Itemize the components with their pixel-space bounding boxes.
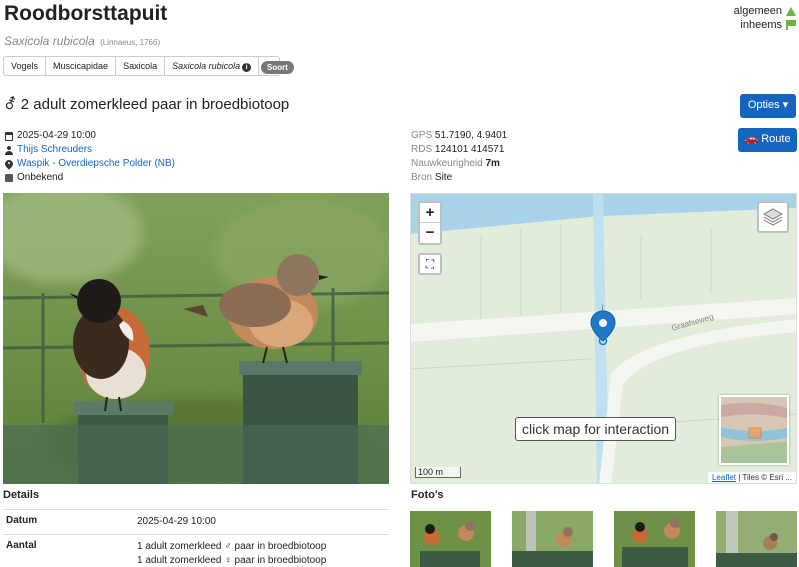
info-icon[interactable]: i — [242, 63, 252, 72]
attribution-text: | Tiles © Esri ... — [738, 473, 792, 482]
thumbnail-image — [614, 511, 695, 567]
details-value: 2025-04-29 10:00 — [137, 516, 216, 527]
options-button[interactable]: Opties ▾ — [740, 94, 796, 118]
layers-button[interactable] — [757, 201, 789, 233]
gps-row: GPS 51.7190, 4.9401 — [411, 129, 507, 143]
photo-thumbnail[interactable] — [716, 511, 797, 567]
thumbnail-image — [716, 511, 797, 567]
meta-observer: Thijs Schreuders — [5, 143, 175, 157]
photos-heading: Foto's — [411, 489, 444, 501]
details-heading: Details — [3, 489, 40, 501]
meta-datetime: 2025-04-29 10:00 — [5, 129, 175, 143]
main-photo[interactable] — [3, 193, 389, 484]
observer-link[interactable]: Thijs Schreuders — [17, 143, 92, 157]
rank-badge: Soort — [261, 61, 294, 74]
route-button-label: Route — [761, 133, 791, 145]
taxonomy-breadcrumb: Vogels Muscicapidae Saxicola Saxicola ru… — [3, 56, 281, 76]
overview-minimap[interactable] — [719, 395, 789, 465]
route-button[interactable]: 🚗 Route — [738, 128, 797, 152]
user-icon — [5, 145, 13, 155]
thumbnail-image — [410, 511, 491, 567]
author-citation: (Linnaeus, 1766) — [100, 38, 161, 47]
details-value: 1 adult zomerkleed ♂ paar in broedbiotoo… — [137, 540, 386, 567]
breadcrumb-item-saxicola[interactable]: Saxicola — [116, 57, 166, 75]
count-line-female: 1 adult zomerkleed ♀ paar in broedbiotoo… — [137, 555, 327, 566]
meta-validation: Onbekend — [5, 171, 175, 185]
source-label: Bron — [411, 172, 433, 183]
accuracy-label: Nauwkeurigheid — [411, 158, 483, 169]
location-map[interactable]: Graafseweg + − ⛶ click map for interacti… — [410, 193, 797, 484]
map-scale: 100 m — [415, 467, 461, 478]
rds-row: RDS 124101 414571 — [411, 143, 507, 157]
calendar-icon — [5, 131, 13, 141]
status-common: algemeen — [734, 4, 796, 18]
status-common-label: algemeen — [733, 5, 782, 17]
details-row-count: Aantal 1 adult zomerkleed ♂ paar in broe… — [3, 534, 389, 567]
breadcrumb-item-current[interactable]: Saxicola rubicola i — [165, 57, 260, 75]
details-key: Datum — [6, 515, 38, 526]
leaflet-link[interactable]: Leaflet — [712, 473, 736, 482]
click-map-message[interactable]: click map for interaction — [515, 417, 677, 441]
stonechat-pair-photo — [3, 193, 389, 484]
flag-icon — [786, 20, 796, 30]
meta-location: Waspik - Overdiepsche Polder (NB) — [5, 157, 175, 171]
layers-icon — [763, 208, 783, 226]
details-row-date: Datum 2025-04-29 10:00 — [3, 509, 389, 534]
minimap-tiles — [721, 397, 787, 463]
details-table: Datum 2025-04-29 10:00 Aantal 1 adult zo… — [3, 509, 389, 567]
gps-value: 51.7190, 4.9401 — [434, 130, 508, 141]
sex-pair-icon: ⚦ — [4, 96, 17, 113]
car-icon: 🚗 — [744, 133, 759, 145]
scientific-name-text: Saxicola rubicola — [4, 34, 95, 48]
map-attribution: Leaflet | Tiles © Esri ... — [707, 472, 796, 483]
breadcrumb-item-vogels[interactable]: Vogels — [4, 57, 47, 75]
thumbnail-image — [512, 511, 593, 567]
fullscreen-button[interactable]: ⛶ — [418, 253, 442, 275]
triangle-icon — [786, 6, 796, 16]
photo-thumbnail[interactable] — [410, 511, 491, 567]
rds-value: 124101 414571 — [434, 144, 505, 155]
status-native-label: inheems — [740, 19, 782, 31]
photo-thumbnail[interactable] — [614, 511, 695, 567]
breadcrumb-current-label: Saxicola rubicola — [172, 61, 241, 71]
observation-meta: 2025-04-29 10:00 Thijs Schreuders Waspik… — [5, 129, 175, 185]
breadcrumb-item-muscicapidae[interactable]: Muscicapidae — [46, 57, 117, 75]
scientific-name: Saxicola rubicola (Linnaeus, 1766) — [4, 34, 160, 48]
count-line-male: 1 adult zomerkleed ♂ paar in broedbiotoo… — [137, 541, 327, 552]
zoom-in-button[interactable]: + — [420, 203, 440, 223]
details-key: Aantal — [6, 540, 37, 551]
observation-title: ⚦ 2 adult zomerkleed paar in broedbiotoo… — [4, 95, 289, 113]
accuracy-row: Nauwkeurigheid 7m — [411, 157, 507, 171]
photo-thumbnail[interactable] — [512, 511, 593, 567]
observation-title-text: 2 adult zomerkleed paar in broedbiotoop — [20, 96, 290, 113]
zoom-control: + − — [418, 201, 442, 245]
coordinates-block: GPS 51.7190, 4.9401 RDS 124101 414571 Na… — [411, 129, 507, 185]
rds-label: RDS — [411, 144, 433, 155]
species-name: Roodborsttapuit — [4, 2, 168, 25]
source-value: Site — [434, 172, 453, 183]
photo-thumbnails — [410, 511, 797, 567]
zoom-out-button[interactable]: − — [420, 223, 440, 243]
validation-status-icon — [5, 174, 13, 182]
location-link[interactable]: Waspik - Overdiepsche Polder (NB) — [17, 157, 175, 171]
status-box: algemeen inheems — [734, 4, 796, 32]
source-row: Bron Site — [411, 171, 507, 185]
gps-label: GPS — [411, 130, 433, 141]
accuracy-value: 7m — [485, 158, 500, 169]
status-native: inheems — [734, 18, 796, 32]
meta-datetime-value: 2025-04-29 10:00 — [17, 130, 96, 141]
validation-value: Onbekend — [17, 172, 64, 183]
location-pin-icon — [5, 160, 13, 169]
